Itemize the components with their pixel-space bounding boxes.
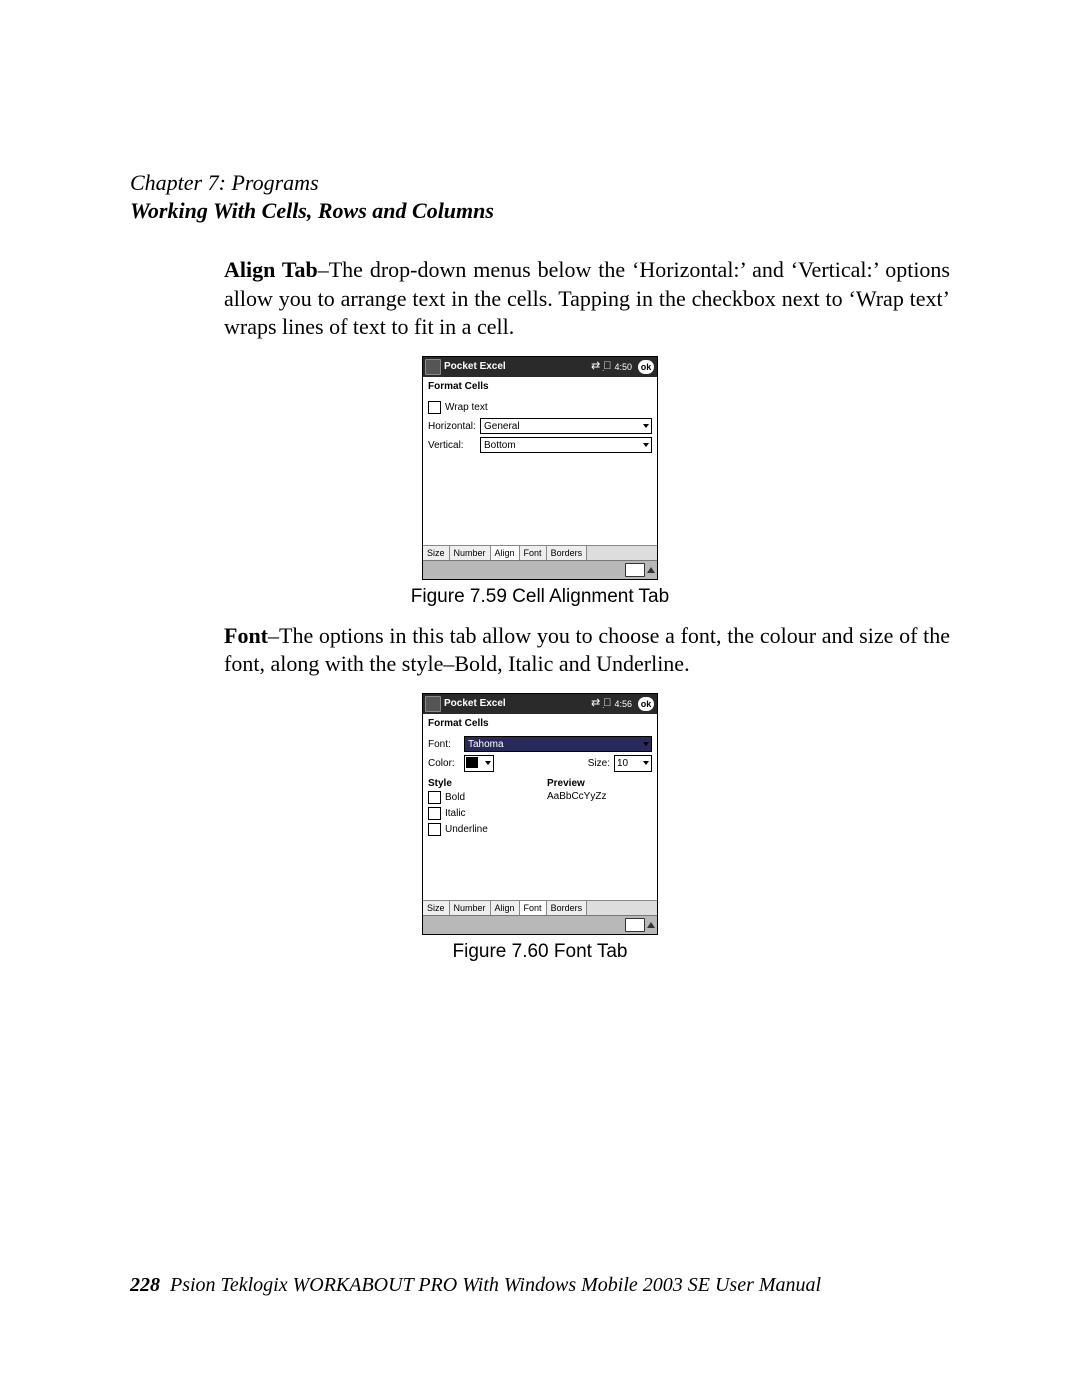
tab-number[interactable]: Number [450,546,491,560]
ok-button[interactable]: ok [638,360,654,374]
sip-bar [423,915,657,934]
color-dropdown[interactable] [464,755,494,772]
italic-label: Italic [445,808,466,819]
connectivity-icon: ⇄ [591,361,600,372]
style-heading: Style [428,778,533,789]
preview-heading: Preview [547,778,652,789]
font-tab-paragraph: Font–The options in this tab allow you t… [130,622,950,679]
page-number: 228 [130,1274,160,1296]
titlebar: Pocket Excel ⇄ ◀ׅ 4:56 ok [423,694,657,714]
dialog-body: Wrap text Horizontal: General Vertical: … [423,395,657,545]
dialog-title: Format Cells [423,377,657,395]
size-label: Size: [588,758,610,769]
sip-up-icon[interactable] [647,922,655,928]
screenshot-font-tab: Pocket Excel ⇄ ◀ׅ 4:56 ok Format Cells F… [422,693,658,935]
font-lead: Font [224,623,268,648]
status-area: ⇄ ◀ׅ 4:56 ok [591,697,654,711]
clock: 4:56 [614,699,632,709]
color-label: Color: [428,758,464,769]
tab-align[interactable]: Align [491,901,520,915]
clock: 4:50 [614,362,632,372]
bold-checkbox[interactable] [428,791,441,804]
font-body: –The options in this tab allow you to ch… [224,623,950,677]
align-lead: Align Tab [224,257,318,282]
sip-bar [423,560,657,579]
screenshot-align-tab: Pocket Excel ⇄ ◀ׅ 4:50 ok Format Cells W… [422,356,658,580]
app-title: Pocket Excel [444,361,591,372]
keyboard-icon[interactable] [625,563,645,577]
size-dropdown[interactable]: 10 [614,755,652,772]
footer-text: Psion Teklogix WORKABOUT PRO With Window… [170,1274,821,1296]
style-preview-row: Style Bold Italic Underline Preview AaBb… [428,774,652,839]
align-body: –The drop-down menus below the ‘Horizont… [224,257,950,339]
tab-font[interactable]: Font [520,901,547,915]
titlebar: Pocket Excel ⇄ ◀ׅ 4:50 ok [423,357,657,377]
dialog-title: Format Cells [423,714,657,732]
tab-borders[interactable]: Borders [547,901,588,915]
connectivity-icon: ⇄ [591,698,600,709]
underline-checkbox[interactable] [428,823,441,836]
manual-page: Chapter 7: Programs Working With Cells, … [0,0,1080,1397]
start-icon[interactable] [425,696,441,712]
horizontal-label: Horizontal: [428,421,480,432]
keyboard-icon[interactable] [625,918,645,932]
ok-button[interactable]: ok [638,697,654,711]
status-area: ⇄ ◀ׅ 4:50 ok [591,360,654,374]
speaker-icon: ◀ׅ [603,361,611,372]
figure-caption-align: Figure 7.59 Cell Alignment Tab [130,586,950,608]
sip-up-icon[interactable] [647,567,655,573]
vertical-dropdown[interactable]: Bottom [480,437,652,453]
dialog-body: Font: Tahoma Color: Size: 10 Style Bold … [423,732,657,900]
chapter-heading: Chapter 7: Programs [130,170,950,196]
tab-size[interactable]: Size [423,901,450,915]
figure-caption-font: Figure 7.60 Font Tab [130,941,950,963]
tab-font[interactable]: Font [520,546,547,560]
speaker-icon: ◀ׅ [603,698,611,709]
vertical-label: Vertical: [428,440,480,451]
align-tab-paragraph: Align Tab–The drop-down menus below the … [130,256,950,342]
tab-align[interactable]: Align [491,546,520,560]
wrap-text-label: Wrap text [445,402,488,413]
font-label: Font: [428,739,464,750]
tab-size[interactable]: Size [423,546,450,560]
preview-sample: AaBbCcYyZz [547,791,652,802]
page-footer: 228 Psion Teklogix WORKABOUT PRO With Win… [130,1274,821,1297]
bold-label: Bold [445,792,465,803]
wrap-text-row: Wrap text [428,399,652,416]
horizontal-dropdown[interactable]: General [480,418,652,434]
underline-label: Underline [445,824,488,835]
app-title: Pocket Excel [444,698,591,709]
font-dropdown[interactable]: Tahoma [464,736,652,752]
italic-checkbox[interactable] [428,807,441,820]
tab-strip: Size Number Align Font Borders [423,545,657,560]
tab-number[interactable]: Number [450,901,491,915]
start-icon[interactable] [425,359,441,375]
tab-strip: Size Number Align Font Borders [423,900,657,915]
tab-borders[interactable]: Borders [547,546,588,560]
section-heading: Working With Cells, Rows and Columns [130,198,950,224]
wrap-text-checkbox[interactable] [428,401,441,414]
color-swatch [466,757,478,768]
